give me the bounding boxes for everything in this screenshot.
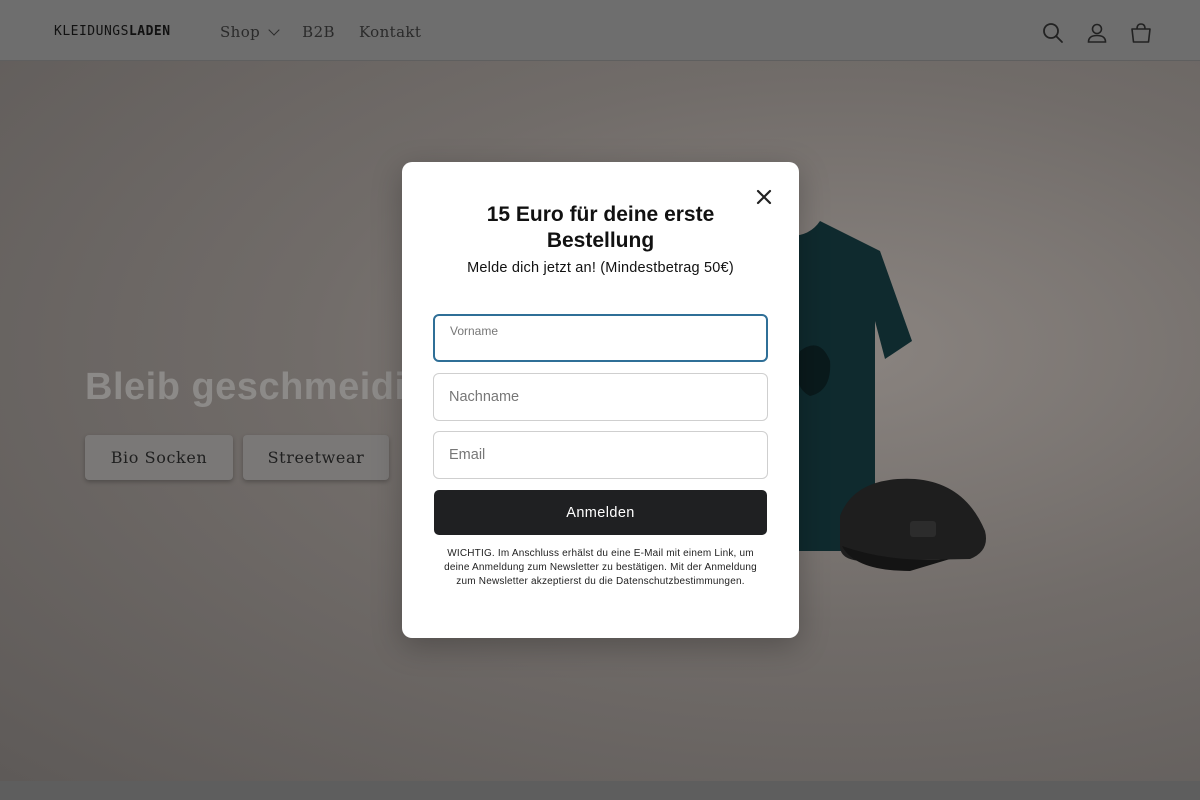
nav-item-kontakt[interactable]: Kontakt [359, 23, 421, 41]
newsletter-modal: 15 Euro für deine erste Bestellung Melde… [402, 162, 799, 638]
chevron-down-icon [268, 24, 280, 36]
search-icon[interactable] [1042, 20, 1064, 46]
nav-item-shop[interactable]: Shop [220, 23, 280, 41]
last-name-field[interactable] [433, 373, 768, 421]
modal-subtitle: Melde dich jetzt an! (Mindestbetrag 50€) [467, 260, 734, 276]
cart-icon[interactable] [1130, 20, 1152, 46]
nav-item-label: Shop [220, 23, 261, 41]
site-header: KLEIDUNGSLADEN Shop B2B Kontakt [0, 0, 1200, 61]
subscribe-button[interactable]: Anmelden [434, 490, 767, 535]
footer-strip [0, 781, 1200, 800]
hero-title: Bleib geschmeidig [85, 366, 430, 408]
nav-item-b2b[interactable]: B2B [302, 23, 335, 41]
hero-button-streetwear[interactable]: Streetwear [243, 435, 389, 480]
header-icons [1042, 20, 1152, 46]
legal-notice: WICHTIG. Im Anschluss erhälst du eine E-… [444, 548, 757, 587]
hero-button-bio-socken[interactable]: Bio Socken [85, 435, 233, 480]
email-input[interactable] [449, 432, 749, 478]
main-nav: Shop B2B Kontakt [220, 23, 445, 41]
nav-item-label: B2B [302, 23, 335, 41]
first-name-field[interactable]: Vorname [433, 314, 768, 362]
logo-text-light: KLEIDUNGS [54, 24, 129, 39]
email-field[interactable] [433, 431, 768, 479]
first-name-input[interactable] [450, 316, 750, 360]
logo-text-bold: LADEN [128, 24, 171, 39]
account-icon[interactable] [1086, 20, 1108, 46]
nav-item-label: Kontakt [358, 23, 422, 41]
last-name-input[interactable] [449, 374, 749, 420]
modal-title: 15 Euro für deine erste Bestellung [486, 203, 715, 252]
site-logo[interactable]: KLEIDUNGSLADEN [54, 24, 171, 39]
